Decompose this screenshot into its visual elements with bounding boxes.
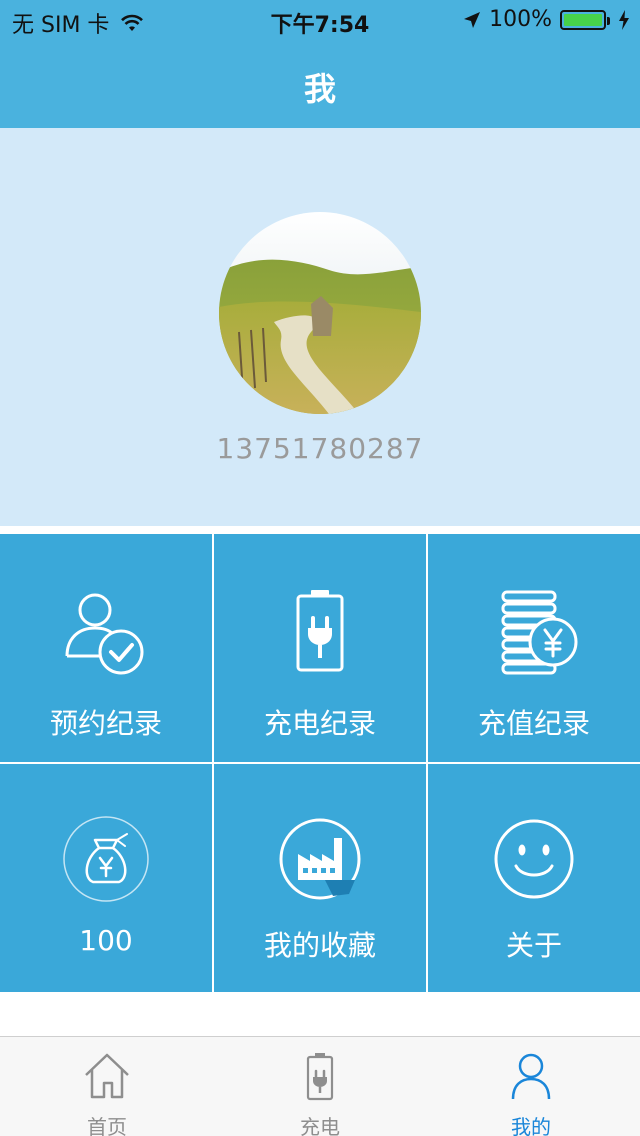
tab-bar: 首页 充电 我的	[0, 1036, 640, 1136]
tab-label: 首页	[87, 1115, 127, 1136]
menu-item-my-favorites[interactable]: 我的收藏	[214, 764, 426, 992]
money-bag-icon	[63, 816, 149, 902]
location-arrow-icon	[464, 11, 481, 28]
smiley-icon	[494, 819, 574, 899]
profile-header: 13751780287	[0, 128, 640, 526]
menu-grid: 预约纪录 充电纪录 充值纪录 100 我的收藏 关于	[0, 534, 640, 992]
menu-item-recharge-records[interactable]: 充值纪录	[428, 534, 640, 762]
page-title: 我	[303, 70, 336, 108]
landscape-avatar-image	[219, 212, 421, 414]
person-icon	[511, 1053, 551, 1100]
status-right: 100%	[463, 7, 630, 32]
status-bar: 无 SIM 卡 下午7:54 100%	[0, 0, 640, 40]
menu-item-about[interactable]: 关于	[428, 764, 640, 992]
tab-label: 我的	[511, 1115, 551, 1136]
menu-item-label: 我的收藏	[263, 929, 376, 962]
home-icon	[85, 1053, 129, 1099]
menu-item-charging-records[interactable]: 充电纪录	[214, 534, 426, 762]
menu-item-label: 关于	[505, 929, 562, 962]
battery-percent: 100%	[489, 7, 552, 32]
menu-item-label: 100	[79, 924, 133, 957]
tab-home[interactable]: 首页	[47, 1037, 167, 1136]
tab-me[interactable]: 我的	[471, 1037, 591, 1136]
menu-item-balance[interactable]: 100	[0, 764, 212, 992]
battery-icon	[560, 9, 610, 30]
tab-label: 充电	[300, 1115, 340, 1136]
battery-plug-icon	[296, 590, 344, 672]
nav-bar: 我	[0, 40, 640, 128]
factory-badge-icon	[279, 818, 361, 900]
battery-plug-icon	[306, 1053, 334, 1101]
menu-item-label: 充值纪录	[477, 707, 590, 740]
user-check-icon	[65, 593, 144, 675]
phone-number: 13751780287	[216, 432, 424, 465]
menu-item-label: 预约纪录	[49, 707, 162, 740]
menu-item-label: 充电纪录	[263, 707, 376, 740]
section-divider	[0, 526, 640, 534]
bolt-icon	[619, 9, 629, 30]
tab-charging[interactable]: 充电	[260, 1037, 380, 1136]
coins-yuan-icon	[501, 590, 578, 675]
menu-item-reservation-records[interactable]: 预约纪录	[0, 534, 212, 762]
avatar[interactable]	[219, 212, 421, 414]
